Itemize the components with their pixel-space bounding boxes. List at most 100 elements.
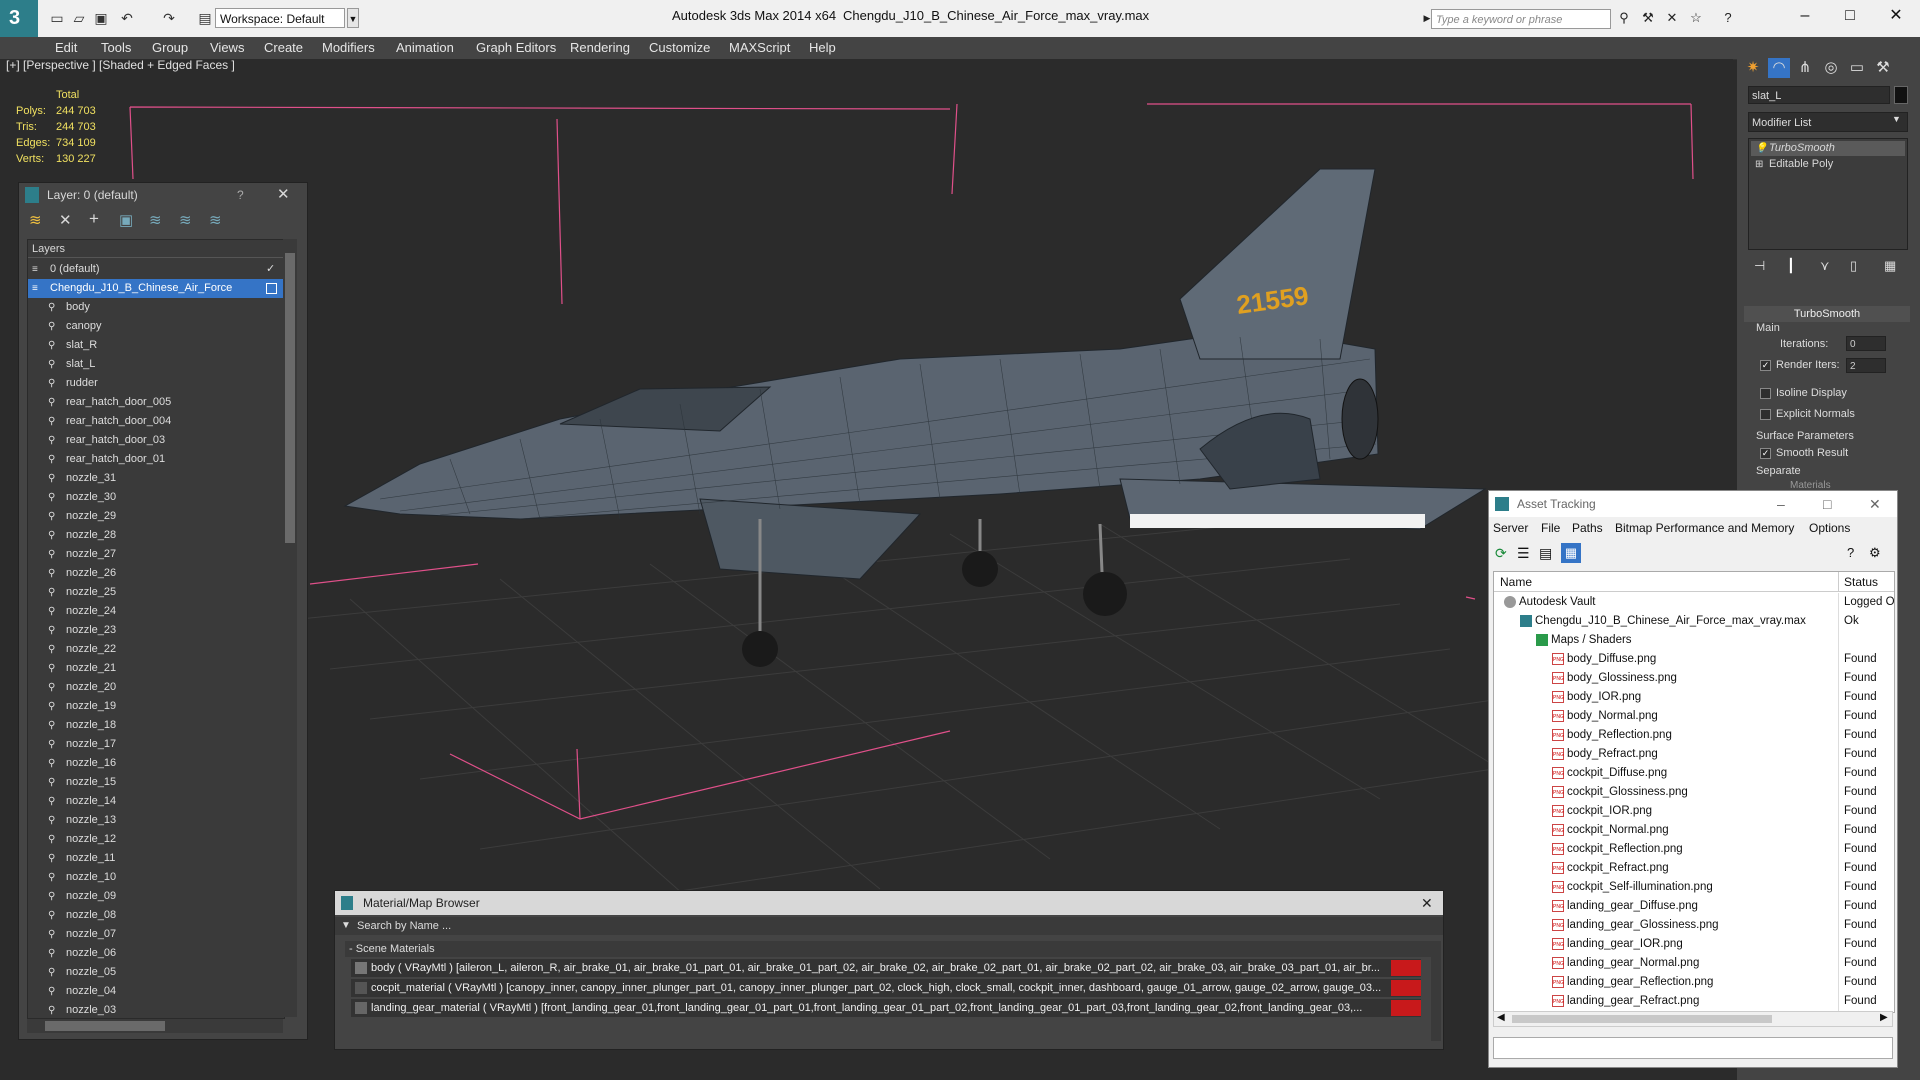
utilities-tab-icon[interactable]: ⚒	[1872, 58, 1894, 78]
add-to-layer-icon[interactable]: +	[89, 209, 99, 229]
binoculars-icon[interactable]: ⚲	[1614, 9, 1634, 27]
undo-icon[interactable]: ↶	[118, 9, 136, 27]
asset-row[interactable]: PNG cockpit_IOR.png Found	[1494, 802, 1894, 821]
object-row[interactable]: ⚲ body	[28, 298, 284, 317]
project-folder-icon[interactable]: ▤	[196, 9, 214, 27]
table-view-icon[interactable]: ▦	[1561, 543, 1581, 563]
asset-row[interactable]: PNG cockpit_Reflection.png Found	[1494, 840, 1894, 859]
layer-row[interactable]: ≡ Chengdu_J10_B_Chinese_Air_Force	[28, 279, 284, 298]
menu-animation[interactable]: Animation	[396, 40, 454, 55]
workspace-dropdown[interactable]: Workspace: Default	[215, 8, 345, 28]
object-row[interactable]: ⚲ rear_hatch_door_004	[28, 412, 284, 431]
set-current-layer-box[interactable]	[266, 283, 277, 294]
communication-icon[interactable]: ✕	[1662, 9, 1682, 27]
asset-row[interactable]: PNG body_IOR.png Found	[1494, 688, 1894, 707]
open-file-icon[interactable]: ▱	[70, 9, 88, 27]
asset-row[interactable]: PNG cockpit_Normal.png Found	[1494, 821, 1894, 840]
make-unique-icon[interactable]: ⋎	[1820, 258, 1830, 274]
material-row-body[interactable]: body ( VRayMtl ) [aileron_L, aileron_R, …	[351, 959, 1421, 977]
object-row[interactable]: ⚲ nozzle_23	[28, 621, 284, 640]
current-layer-check-icon[interactable]: ✓	[266, 260, 275, 279]
asset-row[interactable]: PNG body_Normal.png Found	[1494, 707, 1894, 726]
display-tab-icon[interactable]: ▭	[1846, 58, 1868, 78]
scene-materials-group[interactable]: - Scene Materials	[345, 941, 1431, 957]
object-row[interactable]: ⚲ nozzle_03	[28, 1001, 284, 1018]
smooth-result-checkbox[interactable]: ✓	[1760, 448, 1771, 459]
menu-graph-editors[interactable]: Graph Editors	[476, 40, 556, 55]
asset-row[interactable]: PNG cockpit_Self-illumination.png Found	[1494, 878, 1894, 897]
select-objects-icon[interactable]: ▣	[119, 211, 133, 229]
asset-row[interactable]: PNG landing_gear_Diffuse.png Found	[1494, 897, 1894, 916]
object-row[interactable]: ⚲ nozzle_27	[28, 545, 284, 564]
object-row[interactable]: ⚲ nozzle_10	[28, 868, 284, 887]
hierarchy-tab-icon[interactable]: ⋔	[1794, 58, 1816, 78]
maximize-icon[interactable]: □	[1830, 4, 1870, 28]
object-row[interactable]: ⚲ nozzle_26	[28, 564, 284, 583]
minimize-icon[interactable]: –	[1785, 4, 1825, 28]
object-row[interactable]: ⚲ nozzle_30	[28, 488, 284, 507]
object-row[interactable]: ⚲ nozzle_11	[28, 849, 284, 868]
delete-layer-icon[interactable]: ✕	[59, 211, 72, 229]
asset-row[interactable]: Autodesk Vault Logged Ou	[1494, 593, 1894, 612]
save-icon[interactable]: ▣	[92, 9, 110, 27]
object-row[interactable]: ⚲ nozzle_28	[28, 526, 284, 545]
asset-row[interactable]: PNG landing_gear_Refract.png Found	[1494, 992, 1894, 1011]
menu-maxscript[interactable]: MAXScript	[729, 40, 790, 55]
menu-edit[interactable]: Edit	[55, 40, 77, 55]
refresh-icon[interactable]: ⟳	[1495, 545, 1507, 562]
turbosmooth-rollout-header[interactable]: TurboSmooth	[1744, 306, 1910, 322]
object-row[interactable]: ⚲ nozzle_29	[28, 507, 284, 526]
asset-row[interactable]: PNG cockpit_Diffuse.png Found	[1494, 764, 1894, 783]
options-dropdown-icon[interactable]: ▼	[341, 917, 351, 935]
menu-tools[interactable]: Tools	[101, 40, 131, 55]
pin-stack-icon[interactable]: ⊣	[1754, 258, 1765, 274]
asset-row[interactable]: PNG landing_gear_Reflection.png Found	[1494, 973, 1894, 992]
settings-icon[interactable]: ⚙	[1869, 545, 1881, 561]
object-color-swatch[interactable]	[1894, 86, 1908, 104]
asset-row[interactable]: PNG body_Glossiness.png Found	[1494, 669, 1894, 688]
maximize-icon[interactable]: □	[1823, 491, 1831, 517]
object-row[interactable]: ⚲ slat_R	[28, 336, 284, 355]
object-row[interactable]: ⚲ rudder	[28, 374, 284, 393]
object-name-field[interactable]: slat_L	[1748, 86, 1890, 104]
asset-row[interactable]: PNG body_Diffuse.png Found	[1494, 650, 1894, 669]
asset-menu-paths[interactable]: Paths	[1572, 521, 1603, 535]
asset-row[interactable]: PNG body_Refract.png Found	[1494, 745, 1894, 764]
object-row[interactable]: ⚲ nozzle_05	[28, 963, 284, 982]
menu-group[interactable]: Group	[152, 40, 188, 55]
asset-menu-server[interactable]: Server	[1493, 521, 1528, 535]
scroll-left-icon[interactable]: ◀	[1497, 1012, 1505, 1023]
thumbnail-view-icon[interactable]: ▤	[1539, 545, 1552, 562]
object-row[interactable]: ⚲ rear_hatch_door_03	[28, 431, 284, 450]
object-row[interactable]: ⚲ nozzle_21	[28, 659, 284, 678]
material-scrollbar[interactable]	[1431, 941, 1441, 1041]
chevron-down-icon[interactable]: ▼	[347, 8, 359, 28]
object-row[interactable]: ⚲ nozzle_06	[28, 944, 284, 963]
object-row[interactable]: ⚲ nozzle_09	[28, 887, 284, 906]
material-browser-titlebar[interactable]: Material/Map Browser ✕	[335, 891, 1443, 915]
object-row[interactable]: ⚲ nozzle_04	[28, 982, 284, 1001]
viewport-label[interactable]: [+] [Perspective ] [Shaded + Edged Faces…	[6, 58, 235, 72]
object-row[interactable]: ⚲ canopy	[28, 317, 284, 336]
object-row[interactable]: ⚲ slat_L	[28, 355, 284, 374]
object-row[interactable]: ⚲ nozzle_08	[28, 906, 284, 925]
create-tab-icon[interactable]: ✷	[1742, 58, 1764, 78]
asset-hscrollbar[interactable]: ◀ ▶	[1493, 1011, 1893, 1027]
stack-item-editable-poly[interactable]: ⊞ Editable Poly	[1751, 157, 1905, 172]
layer-window-titlebar[interactable]: Layer: 0 (default) ? ✕	[19, 183, 307, 207]
configure-sets-icon[interactable]: ▦	[1884, 258, 1896, 274]
material-search-input[interactable]: Search by Name ...	[357, 917, 451, 935]
object-row[interactable]: ⚲ nozzle_18	[28, 716, 284, 735]
object-row[interactable]: ⚲ nozzle_07	[28, 925, 284, 944]
object-row[interactable]: ⚲ nozzle_19	[28, 697, 284, 716]
asset-row[interactable]: PNG cockpit_Glossiness.png Found	[1494, 783, 1894, 802]
object-row[interactable]: ⚲ nozzle_25	[28, 583, 284, 602]
redo-icon[interactable]: ↷	[160, 9, 178, 27]
object-row[interactable]: ⚲ rear_hatch_door_005	[28, 393, 284, 412]
asset-row[interactable]: PNG cockpit_Refract.png Found	[1494, 859, 1894, 878]
remove-modifier-icon[interactable]: ▯	[1850, 258, 1857, 274]
menu-create[interactable]: Create	[264, 40, 303, 55]
menu-rendering[interactable]: Rendering	[570, 40, 630, 55]
asset-menu-file[interactable]: File	[1541, 521, 1560, 535]
material-row-landing-gear[interactable]: landing_gear_material ( VRayMtl ) [front…	[351, 999, 1421, 1017]
